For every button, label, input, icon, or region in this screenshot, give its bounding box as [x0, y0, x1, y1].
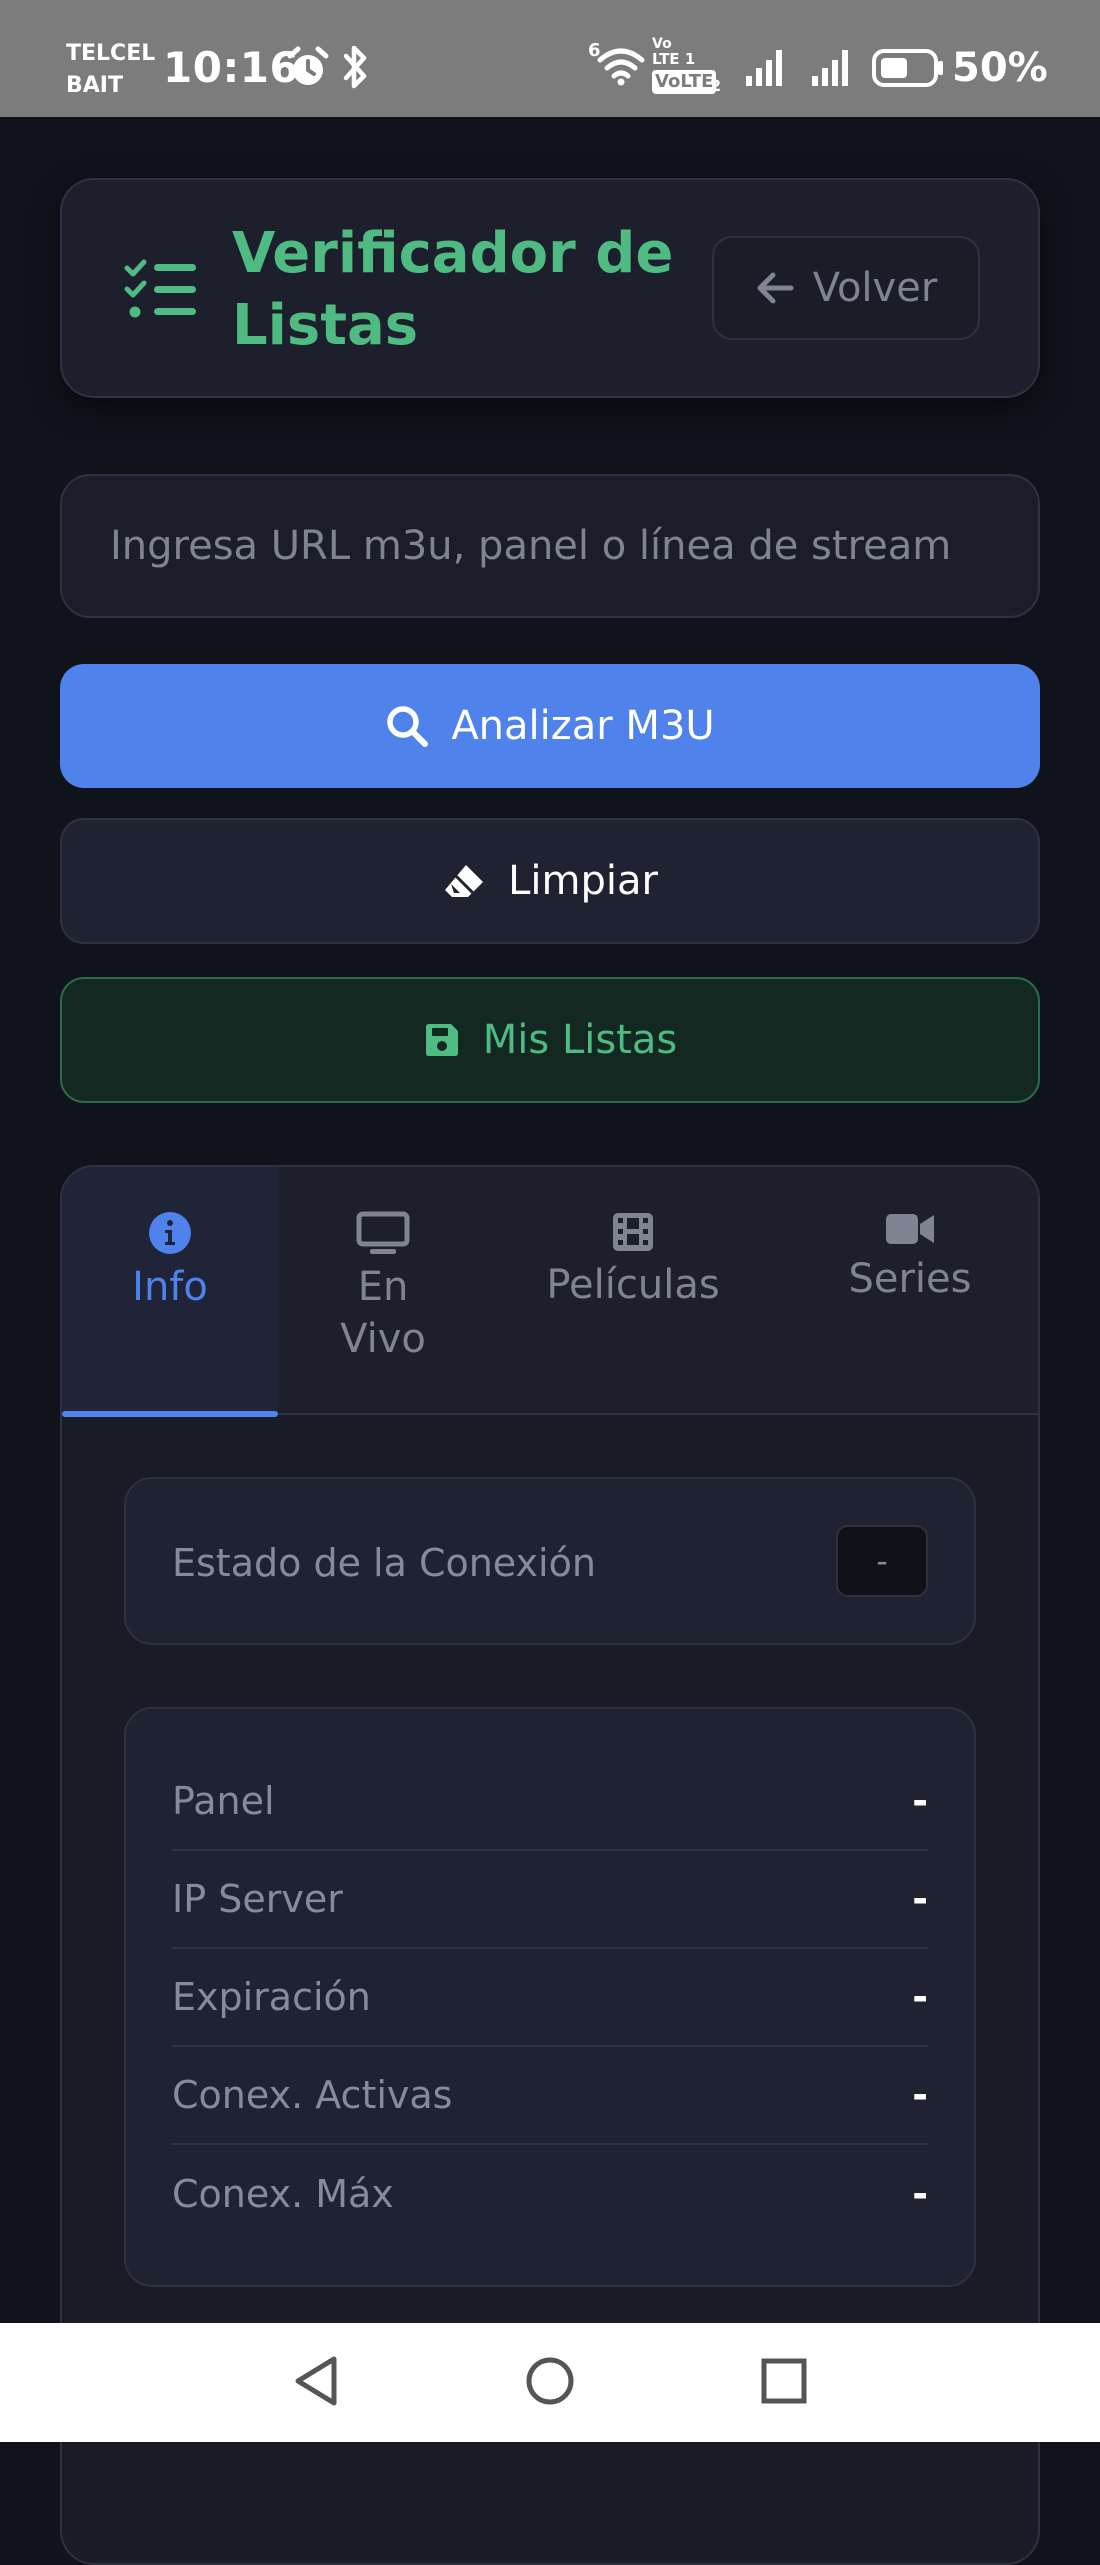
tab-label: Películas — [546, 1262, 720, 1308]
bluetooth-icon — [343, 45, 367, 89]
video-camera-icon — [886, 1214, 934, 1244]
detail-label: Conex. Máx — [172, 2172, 394, 2216]
tab-label: En Vivo — [340, 1264, 426, 1362]
my-lists-button[interactable]: Mis Listas — [60, 977, 1040, 1103]
detail-label: Expiración — [172, 1975, 371, 2019]
detail-row-max-connections: Conex. Máx - — [172, 2145, 928, 2243]
status-bar: TELCEL BAIT 10:16 6 Vo LTE 1 VoLTE 2 50% — [0, 0, 1100, 117]
list-check-icon — [124, 259, 196, 318]
page-title: Verificador de Listas — [232, 221, 674, 358]
tabs-bar: Info En Vivo Películas Series — [62, 1167, 1038, 1417]
battery-icon — [872, 49, 943, 87]
connection-status-label: Estado de la Conexión — [172, 1541, 596, 1585]
analyze-button-label: Analizar M3U — [451, 703, 715, 749]
detail-row-ip-server: IP Server - — [172, 1851, 928, 1949]
header-card: Verificador de Listas Volver — [60, 178, 1040, 398]
detail-value: - — [912, 1779, 928, 1823]
back-button[interactable]: Volver — [712, 236, 980, 340]
back-button-label: Volver — [812, 265, 938, 311]
battery-percent: 50% — [952, 45, 1048, 91]
clear-button-label: Limpiar — [508, 858, 658, 904]
volte-sim-label: 2 — [710, 76, 722, 95]
signal-icon — [746, 50, 782, 86]
save-icon — [425, 1024, 458, 1056]
detail-row-expiration: Expiración - — [172, 1949, 928, 2047]
clock: 10:16 — [163, 43, 300, 92]
volte-badge: VoLTE — [652, 70, 717, 94]
tab-label: Info — [132, 1264, 208, 1310]
tab-label: Series — [848, 1256, 972, 1302]
detail-label: Conex. Activas — [172, 2073, 453, 2117]
lte-label: LTE 1 — [652, 50, 696, 68]
detail-value: - — [912, 1877, 928, 1921]
connection-status-card: Estado de la Conexión - — [124, 1477, 976, 1645]
signal-icon — [812, 50, 848, 86]
tab-movies[interactable]: Películas — [488, 1167, 778, 1415]
status-badge: - — [836, 1525, 928, 1597]
url-input[interactable] — [60, 474, 1040, 618]
detail-label: Panel — [172, 1779, 275, 1823]
eraser-icon — [445, 865, 484, 897]
analyze-m3u-button[interactable]: Analizar M3U — [60, 664, 1040, 788]
search-icon — [387, 706, 429, 747]
arrow-left-icon — [757, 272, 794, 304]
info-circle-icon — [149, 1212, 191, 1254]
back-triangle-icon[interactable] — [288, 2351, 344, 2411]
system-nav-bar — [0, 2323, 1100, 2442]
alarm-icon — [287, 46, 329, 85]
account-details-card: Panel - IP Server - Expiración - Conex. … — [124, 1707, 976, 2287]
detail-row-panel: Panel - — [172, 1753, 928, 1851]
film-icon — [613, 1213, 653, 1251]
home-circle-icon[interactable] — [522, 2351, 578, 2411]
detail-value: - — [912, 2073, 928, 2117]
detail-row-active-connections: Conex. Activas - — [172, 2047, 928, 2145]
tab-series[interactable]: Series — [778, 1167, 1038, 1415]
my-lists-button-label: Mis Listas — [482, 1017, 678, 1063]
tv-icon — [356, 1211, 410, 1254]
tab-info[interactable]: Info — [62, 1167, 278, 1417]
clear-button[interactable]: Limpiar — [60, 818, 1040, 944]
recents-square-icon[interactable] — [756, 2351, 812, 2411]
carrier-label: TELCEL BAIT — [66, 41, 156, 98]
wifi-icon — [597, 48, 645, 86]
detail-value: - — [912, 1975, 928, 2019]
detail-label: IP Server — [172, 1877, 343, 1921]
tab-live[interactable]: En Vivo — [278, 1167, 488, 1415]
detail-value: - — [912, 2172, 928, 2216]
